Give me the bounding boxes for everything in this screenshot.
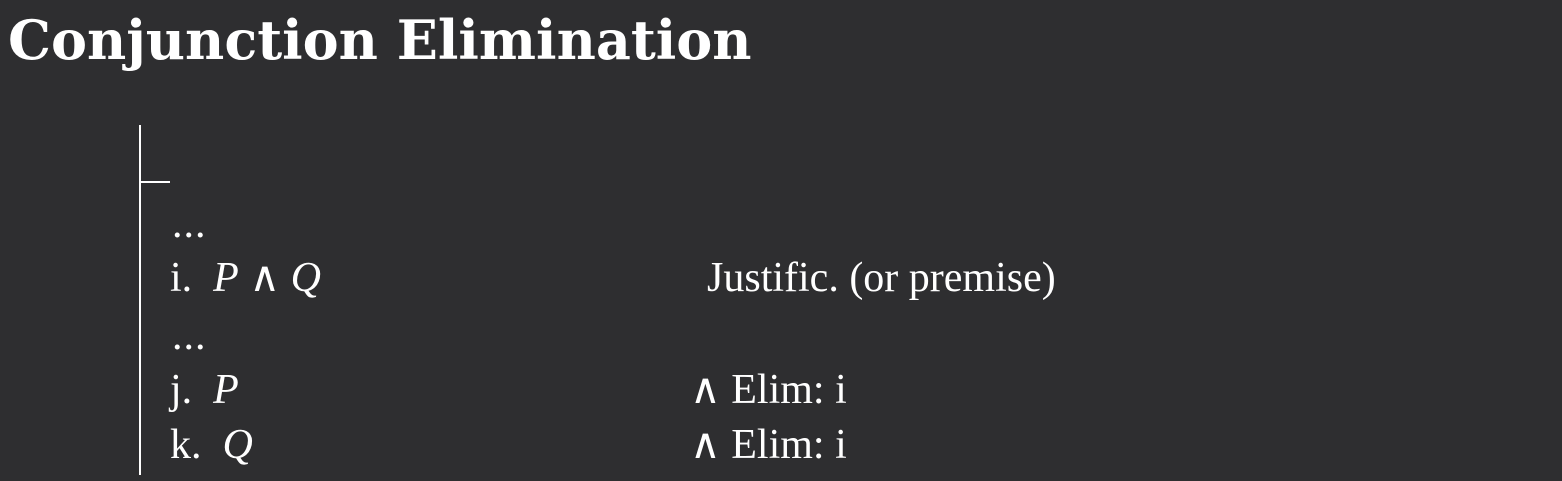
ellipsis-row: ... (172, 313, 207, 359)
proof-line-k: k. Q (170, 421, 253, 469)
proof-line-i: i. P ∧ Q (170, 254, 321, 302)
proof-line-j: j. P (170, 366, 239, 414)
line-number: k. (170, 422, 202, 468)
justification-i: Justific. (or premise) (707, 255, 1056, 301)
justification-k: ∧ Elim: i (690, 422, 847, 468)
ellipsis-row: ... (172, 201, 207, 247)
fitch-proof: ... i. P ∧ Q Justific. (or premise) ... … (0, 0, 1562, 481)
and-connective: ∧ (249, 255, 281, 301)
formula-p: P (213, 367, 239, 413)
justification-j: ∧ Elim: i (690, 367, 847, 413)
formula-q: Q (222, 422, 253, 468)
line-number: j. (170, 367, 193, 413)
premise-bar (139, 181, 170, 183)
formula-p: P (213, 255, 239, 301)
line-number: i. (170, 255, 193, 301)
formula-q: Q (290, 255, 321, 301)
scope-line (139, 125, 141, 475)
